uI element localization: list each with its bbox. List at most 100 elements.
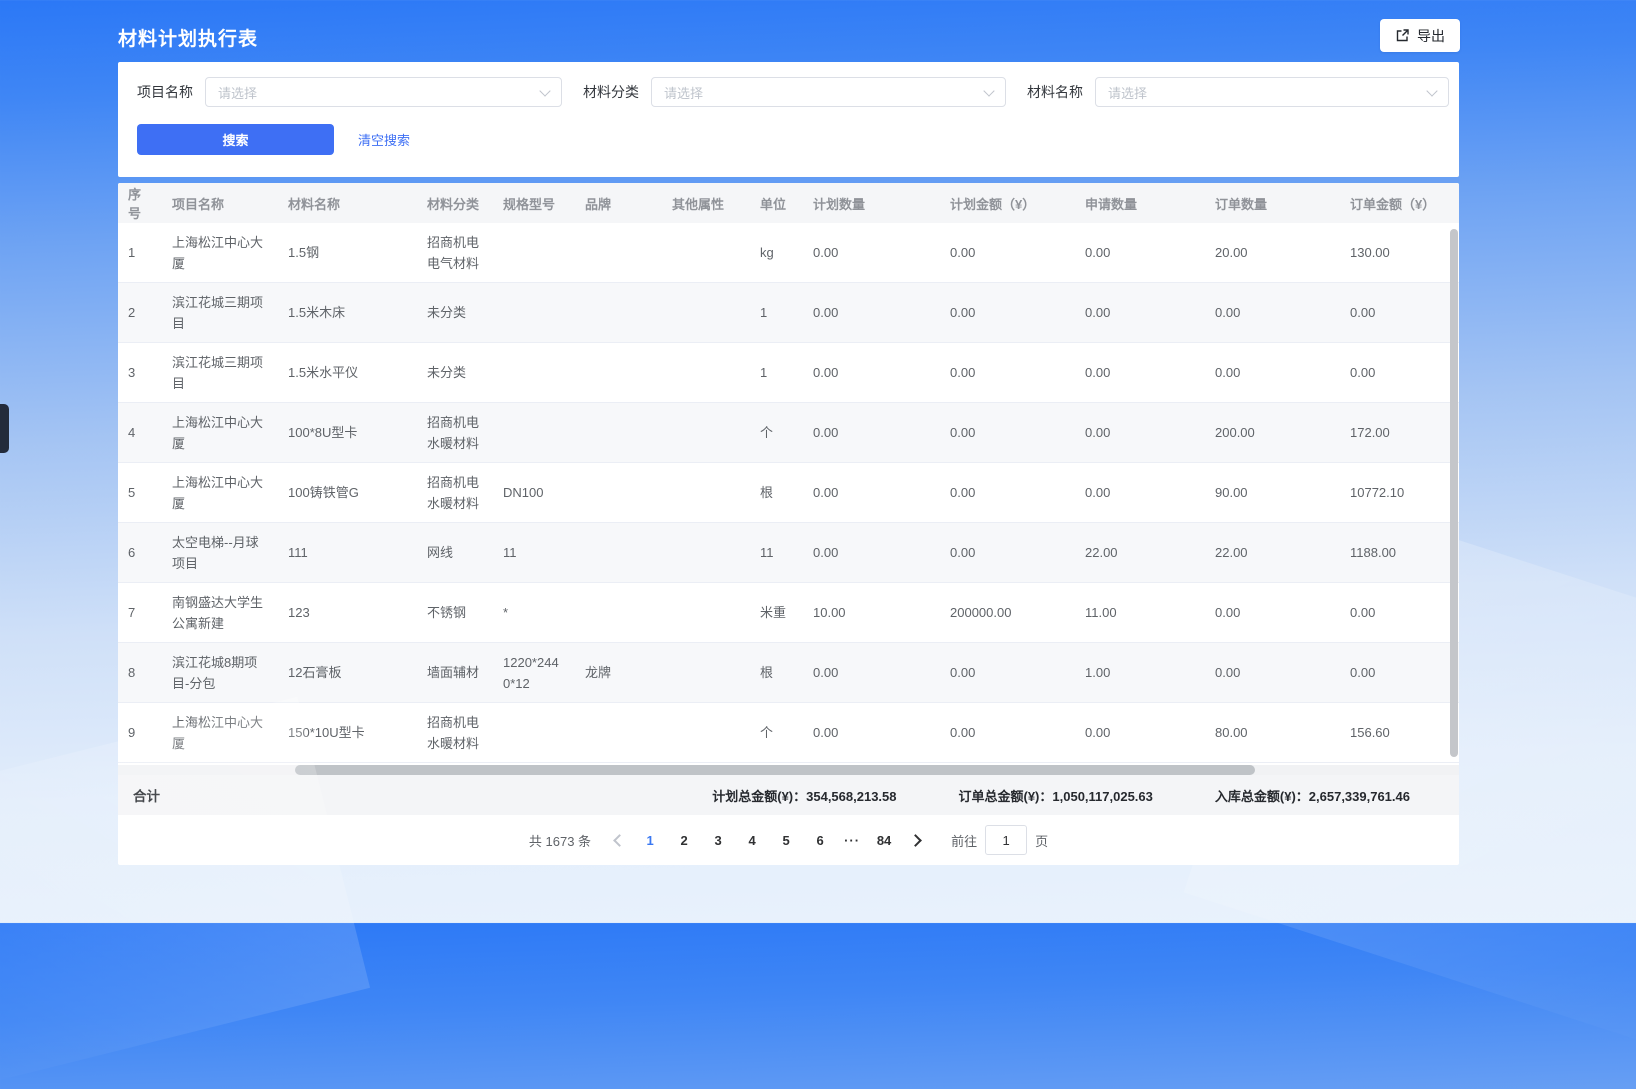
table-cell: 1 xyxy=(750,343,803,402)
table-cell: 0.00 xyxy=(1340,583,1459,642)
table-cell: 招商机电水暖材料 xyxy=(417,403,493,462)
summary-row: 合计 计划总金额(¥)：354,568,213.58 订单总金额(¥)：1,05… xyxy=(118,775,1459,815)
table-cell xyxy=(575,523,662,582)
table-cell xyxy=(493,283,575,342)
vertical-scrollbar-thumb[interactable] xyxy=(1450,229,1458,757)
table-cell: 7 xyxy=(118,583,162,642)
filter-label: 材料分类 xyxy=(583,82,639,102)
clear-search-link[interactable]: 清空搜索 xyxy=(358,130,410,149)
table-cell xyxy=(662,523,750,582)
table-cell: 8 xyxy=(118,643,162,702)
page-number-1[interactable]: 1 xyxy=(635,826,665,854)
table-cell xyxy=(575,703,662,762)
page-number-4[interactable]: 4 xyxy=(737,826,767,854)
table-cell: 1.5米水平仪 xyxy=(278,343,417,402)
table-cell xyxy=(662,463,750,522)
export-button[interactable]: 导出 xyxy=(1380,19,1460,52)
table-cell: 0.00 xyxy=(940,523,1075,582)
table-row[interactable]: 9上海松江中心大厦150*10U型卡招商机电水暖材料个0.000.000.008… xyxy=(118,703,1459,763)
table-cell: 0.00 xyxy=(940,703,1075,762)
next-page-button[interactable] xyxy=(901,826,929,854)
page-number-2[interactable]: 2 xyxy=(669,826,699,854)
page-number-84[interactable]: 84 xyxy=(869,826,899,854)
table-cell: 1220*2440*12 xyxy=(493,643,575,702)
filter-select-3[interactable]: 请选择 xyxy=(1095,77,1449,107)
table-cell: 200000.00 xyxy=(940,583,1075,642)
table-row[interactable]: 5上海松江中心大厦100铸铁管G招商机电水暖材料DN100根0.000.000.… xyxy=(118,463,1459,523)
search-button[interactable]: 搜索 xyxy=(137,124,334,155)
table-body: 1上海松江中心大厦1.5钢招商机电电气材料kg0.000.000.0020.00… xyxy=(118,223,1459,763)
table-cell: 0.00 xyxy=(1075,343,1205,402)
page-number-3[interactable]: 3 xyxy=(703,826,733,854)
filter-field-3: 材料名称请选择 xyxy=(1027,77,1470,107)
column-header: 订单金额（¥） xyxy=(1340,183,1459,223)
table-row[interactable]: 8滨江花城8期项目-分包12石膏板墙面辅材1220*2440*12龙牌根0.00… xyxy=(118,643,1459,703)
table-cell xyxy=(662,283,750,342)
column-header: 材料分类 xyxy=(417,183,493,223)
page-ellipsis[interactable]: ··· xyxy=(837,833,867,848)
table-cell: 10772.10 xyxy=(1340,463,1459,522)
table-cell: 12石膏板 xyxy=(278,643,417,702)
table-cell: 90.00 xyxy=(1205,463,1340,522)
horizontal-scrollbar-thumb[interactable] xyxy=(295,765,1255,775)
table-cell: 0.00 xyxy=(940,223,1075,282)
table-cell: 上海松江中心大厦 xyxy=(162,223,278,282)
table-cell: 个 xyxy=(750,403,803,462)
table-cell xyxy=(662,223,750,282)
chevron-down-icon xyxy=(983,85,994,96)
table-cell: 0.00 xyxy=(803,463,940,522)
chevron-left-icon xyxy=(613,834,626,847)
table-cell xyxy=(575,223,662,282)
table-cell: 1 xyxy=(750,283,803,342)
table-cell: * xyxy=(493,583,575,642)
table-cell xyxy=(575,583,662,642)
table-cell: 0.00 xyxy=(803,403,940,462)
table-row[interactable]: 7南钢盛达大学生公寓新建123不锈钢*米重10.00200000.0011.00… xyxy=(118,583,1459,643)
table-cell: 0.00 xyxy=(940,643,1075,702)
table-cell: 0.00 xyxy=(1205,283,1340,342)
column-header: 规格型号 xyxy=(493,183,575,223)
page-number-6[interactable]: 6 xyxy=(805,826,835,854)
table-cell: 22.00 xyxy=(1075,523,1205,582)
filter-buttons-row: 搜索 清空搜索 xyxy=(118,107,1459,155)
table-cell: 0.00 xyxy=(940,403,1075,462)
table-cell: 172.00 xyxy=(1340,403,1459,462)
table-cell: 5 xyxy=(118,463,162,522)
table-cell: 0.00 xyxy=(940,283,1075,342)
table-cell: 156.60 xyxy=(1340,703,1459,762)
table-row[interactable]: 1上海松江中心大厦1.5钢招商机电电气材料kg0.000.000.0020.00… xyxy=(118,223,1459,283)
table-header-row: 序号项目名称材料名称材料分类规格型号品牌其他属性单位计划数量计划金额（¥）申请数… xyxy=(118,183,1459,223)
filter-select-1[interactable]: 请选择 xyxy=(205,77,562,107)
table-cell: 0.00 xyxy=(1340,643,1459,702)
page-number-5[interactable]: 5 xyxy=(771,826,801,854)
table-cell: 0.00 xyxy=(803,703,940,762)
table-cell: 10.00 xyxy=(803,583,940,642)
table-cell: 100*8U型卡 xyxy=(278,403,417,462)
goto-page-input[interactable] xyxy=(985,825,1027,855)
table-row[interactable]: 3滨江花城三期项目1.5米水平仪未分类10.000.000.000.000.00 xyxy=(118,343,1459,403)
column-header: 项目名称 xyxy=(162,183,278,223)
table-cell xyxy=(575,343,662,402)
table-cell: 0.00 xyxy=(1075,703,1205,762)
table-cell: 0.00 xyxy=(803,643,940,702)
table-cell: 根 xyxy=(750,643,803,702)
table-cell: 11 xyxy=(750,523,803,582)
table-cell: 4 xyxy=(118,403,162,462)
table-row[interactable]: 6太空电梯--月球项目111网线11110.000.0022.0022.0011… xyxy=(118,523,1459,583)
table-cell xyxy=(575,463,662,522)
table-row[interactable]: 4上海松江中心大厦100*8U型卡招商机电水暖材料个0.000.000.0020… xyxy=(118,403,1459,463)
sidebar-collapse-handle[interactable] xyxy=(0,404,9,453)
table-cell xyxy=(493,403,575,462)
table-cell: 0.00 xyxy=(940,463,1075,522)
horizontal-scrollbar-track[interactable] xyxy=(118,765,1459,775)
prev-page-button[interactable] xyxy=(605,826,633,854)
column-header: 品牌 xyxy=(575,183,662,223)
filter-select-2[interactable]: 请选择 xyxy=(651,77,1006,107)
table-cell: 招商机电电气材料 xyxy=(417,223,493,282)
table-cell xyxy=(662,703,750,762)
column-header: 申请数量 xyxy=(1075,183,1205,223)
table-cell: 招商机电水暖材料 xyxy=(417,703,493,762)
table-cell: 0.00 xyxy=(803,523,940,582)
inbound-total-amount: 入库总金额(¥)：2,657,339,761.46 xyxy=(1215,786,1410,805)
table-row[interactable]: 2滨江花城三期项目1.5米木床未分类10.000.000.000.000.00 xyxy=(118,283,1459,343)
